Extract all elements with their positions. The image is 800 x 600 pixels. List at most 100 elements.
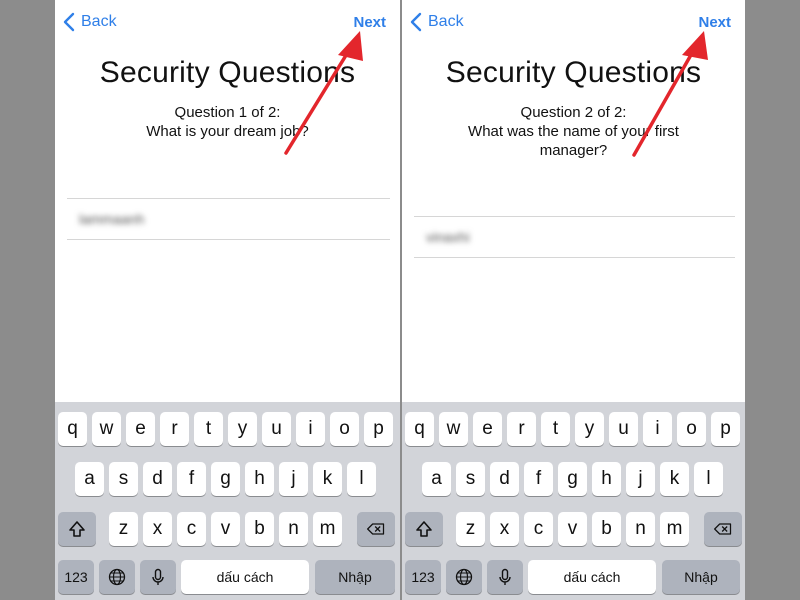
key-n[interactable]: n (626, 512, 655, 546)
key-c[interactable]: c (177, 512, 206, 546)
microphone-key[interactable] (140, 560, 176, 594)
delete-key[interactable] (357, 512, 395, 546)
screen-question-2: Back Next Security Questions Question 2 … (402, 0, 745, 600)
question-text: Question 2 of 2: What was the name of yo… (442, 103, 705, 160)
answer-field[interactable]: vinaxhi (414, 216, 735, 258)
chevron-left-icon (63, 12, 75, 32)
key-t[interactable]: t (194, 412, 223, 446)
key-y[interactable]: y (575, 412, 604, 446)
shift-key[interactable] (405, 512, 443, 546)
microphone-icon (152, 568, 164, 585)
globe-icon (108, 568, 126, 586)
key-w[interactable]: w (92, 412, 121, 446)
key-u[interactable]: u (609, 412, 638, 446)
navigation-bar: Back Next (55, 0, 400, 48)
key-f[interactable]: f (524, 462, 553, 496)
key-p[interactable]: p (711, 412, 740, 446)
question-counter: Question 2 of 2: (520, 104, 627, 121)
back-button[interactable]: Back (63, 12, 117, 32)
key-z[interactable]: z (456, 512, 485, 546)
key-s[interactable]: s (456, 462, 485, 496)
key-j[interactable]: j (279, 462, 308, 496)
shift-icon (416, 521, 432, 537)
key-q[interactable]: q (405, 412, 434, 446)
answer-field[interactable]: lammaanh (67, 198, 390, 240)
key-x[interactable]: x (490, 512, 519, 546)
back-label: Back (81, 13, 117, 30)
numbers-key[interactable]: 123 (58, 560, 94, 594)
question-text: Question 1 of 2: What is your dream job? (95, 103, 360, 141)
key-y[interactable]: y (228, 412, 257, 446)
globe-icon (455, 568, 473, 586)
key-l[interactable]: l (694, 462, 723, 496)
key-i[interactable]: i (643, 412, 672, 446)
key-v[interactable]: v (211, 512, 240, 546)
key-g[interactable]: g (558, 462, 587, 496)
key-n[interactable]: n (279, 512, 308, 546)
key-o[interactable]: o (677, 412, 706, 446)
chevron-left-icon (410, 12, 422, 32)
answer-value: vinaxhi (426, 229, 470, 245)
key-m[interactable]: m (660, 512, 689, 546)
key-h[interactable]: h (245, 462, 274, 496)
keyboard: q w e r t y u i o p a s d f g h j k l z … (55, 402, 400, 600)
question-counter: Question 1 of 2: (174, 104, 281, 121)
space-key[interactable]: dấu cách (181, 560, 309, 594)
answer-value: lammaanh (79, 211, 145, 227)
space-key[interactable]: dấu cách (528, 560, 656, 594)
key-q[interactable]: q (58, 412, 87, 446)
key-a[interactable]: a (75, 462, 104, 496)
key-t[interactable]: t (541, 412, 570, 446)
key-i[interactable]: i (296, 412, 325, 446)
keyboard: q w e r t y u i o p a s d f g h j k l z … (402, 402, 745, 600)
key-r[interactable]: r (160, 412, 189, 446)
key-p[interactable]: p (364, 412, 393, 446)
microphone-key[interactable] (487, 560, 523, 594)
next-button[interactable]: Next (698, 14, 731, 31)
key-o[interactable]: o (330, 412, 359, 446)
key-d[interactable]: d (490, 462, 519, 496)
key-k[interactable]: k (313, 462, 342, 496)
key-r[interactable]: r (507, 412, 536, 446)
page-title: Security Questions (445, 56, 702, 89)
back-button[interactable]: Back (410, 12, 464, 32)
shift-icon (69, 521, 85, 537)
key-f[interactable]: f (177, 462, 206, 496)
key-v[interactable]: v (558, 512, 587, 546)
back-label: Back (428, 13, 464, 30)
screen-question-1: Back Next Security Questions Question 1 … (55, 0, 400, 600)
navigation-bar: Back Next (402, 0, 745, 48)
question-prompt: What was the name of your first manager? (468, 123, 679, 159)
delete-key[interactable] (704, 512, 742, 546)
key-x[interactable]: x (143, 512, 172, 546)
key-g[interactable]: g (211, 462, 240, 496)
delete-icon (714, 523, 732, 535)
key-z[interactable]: z (109, 512, 138, 546)
key-l[interactable]: l (347, 462, 376, 496)
key-j[interactable]: j (626, 462, 655, 496)
key-a[interactable]: a (422, 462, 451, 496)
globe-key[interactable] (446, 560, 482, 594)
key-c[interactable]: c (524, 512, 553, 546)
key-k[interactable]: k (660, 462, 689, 496)
key-e[interactable]: e (126, 412, 155, 446)
return-key[interactable]: Nhập (315, 560, 395, 594)
question-prompt: What is your dream job? (146, 123, 309, 140)
key-s[interactable]: s (109, 462, 138, 496)
key-d[interactable]: d (143, 462, 172, 496)
key-h[interactable]: h (592, 462, 621, 496)
page-title: Security Questions (99, 56, 356, 89)
shift-key[interactable] (58, 512, 96, 546)
key-b[interactable]: b (245, 512, 274, 546)
key-m[interactable]: m (313, 512, 342, 546)
globe-key[interactable] (99, 560, 135, 594)
return-key[interactable]: Nhập (662, 560, 740, 594)
key-b[interactable]: b (592, 512, 621, 546)
microphone-icon (499, 568, 511, 585)
next-button[interactable]: Next (353, 14, 386, 31)
key-e[interactable]: e (473, 412, 502, 446)
numbers-key[interactable]: 123 (405, 560, 441, 594)
delete-icon (367, 523, 385, 535)
key-u[interactable]: u (262, 412, 291, 446)
key-w[interactable]: w (439, 412, 468, 446)
